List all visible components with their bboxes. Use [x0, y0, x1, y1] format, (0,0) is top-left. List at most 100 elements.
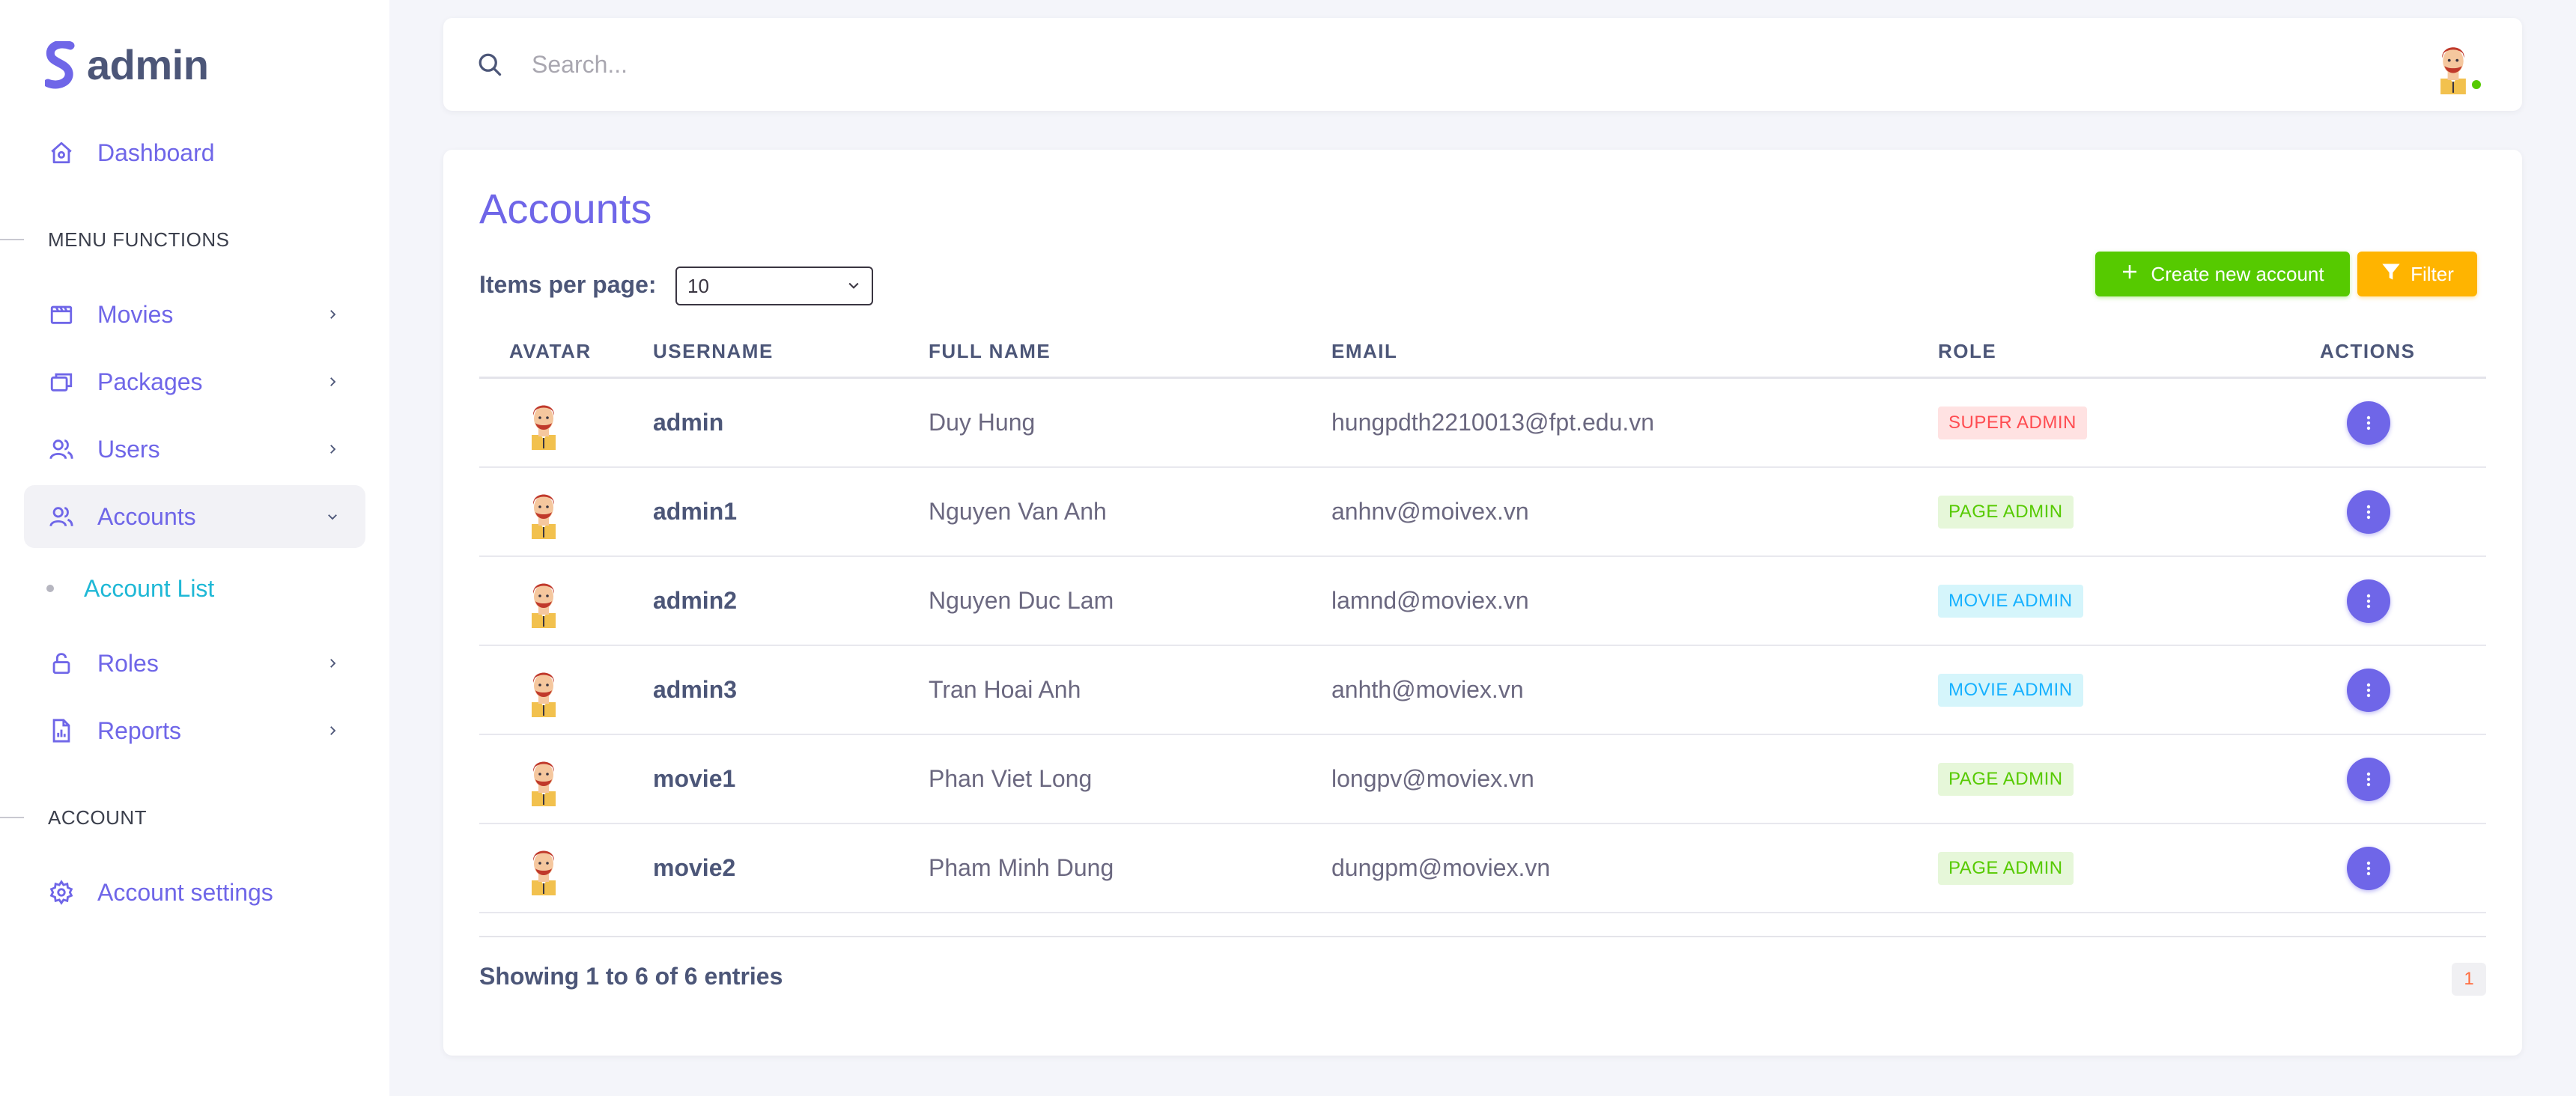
- section-label: ACCOUNT: [48, 806, 148, 829]
- role-cell: SUPER ADMIN: [1938, 379, 2087, 466]
- more-vertical-icon: [2366, 415, 2371, 430]
- sidebar-item-users[interactable]: Users: [24, 418, 365, 481]
- movie-icon: [48, 301, 75, 328]
- row-actions-button[interactable]: [2347, 757, 2390, 801]
- column-header-username[interactable]: USERNAME: [653, 323, 774, 379]
- sidebar-item-dashboard[interactable]: Dashboard: [24, 121, 365, 184]
- role-badge: PAGE ADMIN: [1938, 851, 2074, 885]
- email-cell: lamnd@moviex.vn: [1331, 587, 1529, 614]
- role-cell: PAGE ADMIN: [1938, 468, 2074, 555]
- full-name-cell: Nguyen Van Anh: [929, 498, 1107, 525]
- plus-icon: [2121, 263, 2139, 286]
- create-account-label: Create new account: [2151, 262, 2324, 285]
- table-row[interactable]: movie1 Phan Viet Long longpv@moviex.vn PAGE…: [479, 735, 2486, 824]
- avatar-cell: [521, 557, 566, 645]
- role-cell: MOVIE ADMIN: [1938, 646, 2083, 734]
- items-per-page-select[interactable]: 10: [675, 267, 873, 305]
- accounts-card: Accounts Items per page: 10 Create new a…: [443, 150, 2522, 1056]
- sidebar-item-reports[interactable]: Reports: [24, 699, 365, 762]
- email-cell: dungpm@moviex.vn: [1331, 854, 1551, 881]
- brand-name: admin: [87, 41, 209, 88]
- actions-cell: [2347, 557, 2390, 645]
- pagination-summary: Showing 1 to 6 of 6 entries: [479, 963, 783, 990]
- page-title: Accounts: [479, 185, 652, 232]
- filter-button[interactable]: Filter: [2357, 252, 2477, 296]
- sidebar-item-label: Packages: [97, 368, 203, 395]
- sidebar-subitem-account-list[interactable]: Account List: [46, 566, 214, 611]
- avatar-cell: [521, 824, 566, 912]
- row-actions-button[interactable]: [2347, 490, 2390, 534]
- sidebar-item-label: Movies: [97, 300, 174, 328]
- sidebar-item-movies[interactable]: Movies: [24, 283, 365, 346]
- items-per-page-value: 10: [687, 274, 709, 297]
- table-row[interactable]: admin Duy Hung hungpdth2210013@fpt.edu.vn S…: [479, 379, 2486, 468]
- avatar: [532, 850, 556, 895]
- brand-logo[interactable]: admin: [45, 40, 209, 89]
- avatar-cell: [521, 735, 566, 823]
- row-actions-button[interactable]: [2347, 846, 2390, 890]
- role-badge: MOVIE ADMIN: [1938, 584, 2083, 618]
- column-header-full-name[interactable]: FULL NAME: [929, 323, 1051, 379]
- sidebar-item-label: Reports: [97, 716, 182, 744]
- table-body: admin Duy Hung hungpdth2210013@fpt.edu.vn S…: [479, 379, 2486, 913]
- sidebar-item-roles[interactable]: Roles: [24, 632, 365, 695]
- row-actions-button[interactable]: [2347, 579, 2390, 623]
- role-cell: PAGE ADMIN: [1938, 824, 2074, 912]
- column-header-avatar: AVATAR: [509, 339, 592, 362]
- home-icon: [48, 139, 75, 166]
- sidebar-item-account-settings[interactable]: Account settings: [24, 861, 365, 924]
- filter-label: Filter: [2411, 262, 2454, 285]
- email-cell: anhnv@moivex.vn: [1331, 498, 1529, 525]
- chevron-right-icon: [322, 653, 343, 674]
- table-row[interactable]: movie2 Pham Minh Dung dungpm@moviex.vn PAGE…: [479, 824, 2486, 913]
- more-vertical-icon: [2366, 594, 2371, 608]
- email-cell: hungpdth2210013@fpt.edu.vn: [1331, 409, 1655, 436]
- column-header-role[interactable]: ROLE: [1938, 323, 1996, 379]
- actions-cell: [2347, 735, 2390, 823]
- username-cell: admin3: [653, 676, 738, 703]
- actions-cell: [2347, 468, 2390, 555]
- sidebar-item-label: Roles: [97, 649, 159, 677]
- section-menu-functions: MENU FUNCTIONS: [0, 225, 229, 255]
- avatar-cell: [521, 646, 566, 734]
- search-input[interactable]: [532, 42, 2329, 87]
- divider: [0, 817, 24, 818]
- role-badge: PAGE ADMIN: [1938, 495, 2074, 529]
- username-cell: admin: [653, 409, 724, 436]
- role-cell: MOVIE ADMIN: [1938, 557, 2083, 645]
- create-account-button[interactable]: Create new account: [2095, 252, 2350, 296]
- sidebar-item-label: Users: [97, 435, 160, 463]
- bullet-icon: [46, 585, 54, 592]
- email-cell: anhth@moviex.vn: [1331, 676, 1524, 703]
- packages-icon: [48, 368, 75, 395]
- table-row[interactable]: admin1 Nguyen Van Anh anhnv@moivex.vn PAGE …: [479, 468, 2486, 557]
- pagination-page-button[interactable]: 1: [2452, 963, 2486, 996]
- gear-icon: [48, 879, 75, 906]
- section-account: ACCOUNT: [0, 803, 147, 832]
- table-row[interactable]: admin2 Nguyen Duc Lam lamnd@moviex.vn MOVIE…: [479, 557, 2486, 646]
- report-icon: [48, 717, 75, 744]
- avatar: [532, 405, 556, 450]
- row-actions-button[interactable]: [2347, 668, 2390, 712]
- table-row[interactable]: admin3 Tran Hoai Anh anhth@moviex.vn MOVIE …: [479, 646, 2486, 735]
- avatar: [532, 583, 556, 628]
- column-header-email[interactable]: EMAIL: [1331, 323, 1397, 379]
- more-vertical-icon: [2366, 861, 2371, 875]
- actions-cell: [2347, 824, 2390, 912]
- role-cell: PAGE ADMIN: [1938, 735, 2074, 823]
- topbar: [443, 18, 2522, 111]
- role-badge: SUPER ADMIN: [1938, 406, 2087, 439]
- full-name-cell: Tran Hoai Anh: [929, 676, 1081, 703]
- sidebar-subitem-label: Account List: [84, 574, 215, 602]
- sidebar-item-accounts[interactable]: Accounts: [24, 485, 365, 548]
- filter-icon: [2381, 261, 2402, 287]
- search-icon[interactable]: [476, 51, 503, 82]
- actions-cell: [2347, 379, 2390, 466]
- sidebar: admin Dashboard MENU FUNCTIONS Movies Pa…: [0, 0, 389, 1096]
- row-actions-button[interactable]: [2347, 401, 2390, 445]
- role-badge: MOVIE ADMIN: [1938, 673, 2083, 707]
- sidebar-item-packages[interactable]: Packages: [24, 350, 365, 413]
- avatar: [532, 761, 556, 806]
- divider: [479, 936, 2486, 937]
- avatar-cell: [521, 379, 566, 466]
